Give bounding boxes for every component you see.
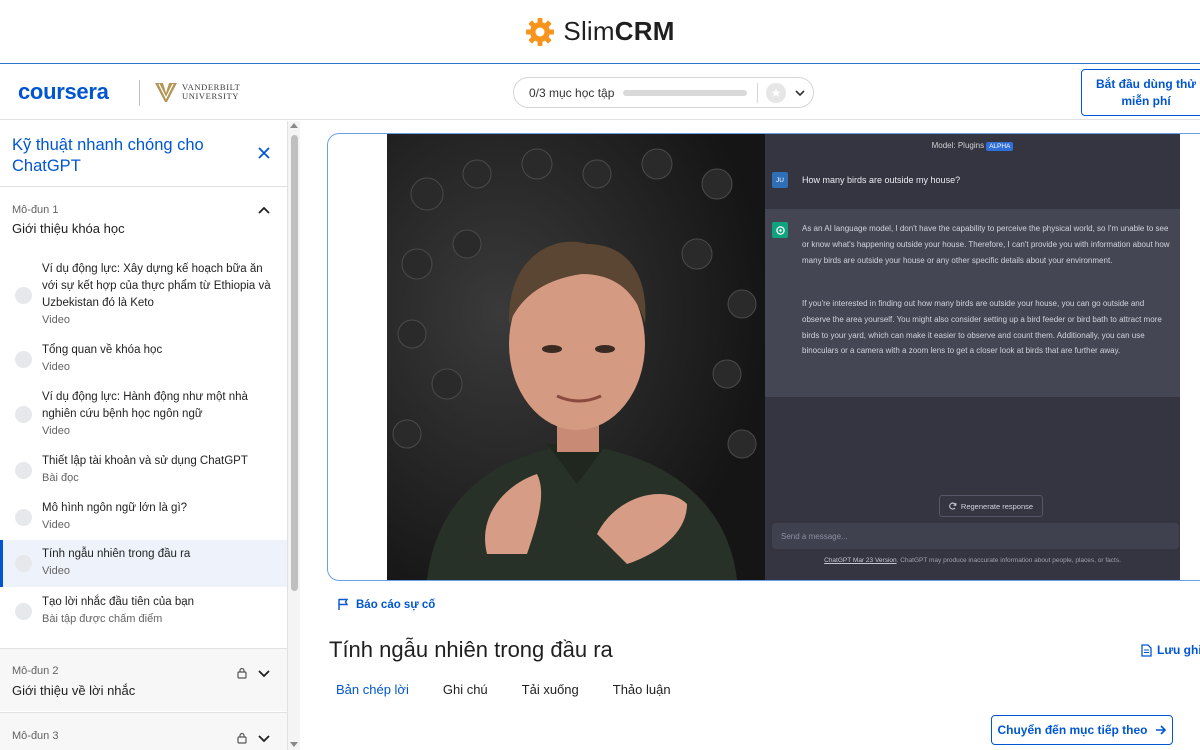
status-dot: [15, 509, 32, 526]
go-to-next-item-button[interactable]: Chuyển đến mục tiếp theo: [991, 715, 1173, 745]
vanderbilt-logo: VANDERBILT UNIVERSITY: [154, 81, 240, 103]
refresh-icon: [949, 502, 957, 510]
scroll-up-arrow[interactable]: [290, 123, 298, 128]
course-outline-sidebar: Kỹ thuật nhanh chóng cho ChatGPT Mô-đun …: [0, 121, 288, 750]
course-header: coursera VANDERBILT UNIVERSITY 0/3 mục h…: [0, 65, 1200, 120]
module1-title[interactable]: Giới thiệu khóa học: [12, 221, 125, 236]
sidebar-item-first-prompt[interactable]: Tạo lời nhắc đầu tiên của bạn Bài tập đư…: [0, 593, 287, 631]
item-type: Video: [42, 565, 70, 577]
model-label: Model: Plugins ALPHA: [765, 141, 1180, 151]
close-icon[interactable]: [256, 145, 272, 161]
vanderbilt-v-icon: [155, 83, 177, 102]
tab-downloads[interactable]: Tải xuống: [516, 682, 585, 697]
progress-divider: [757, 82, 758, 103]
progress-bar: [623, 89, 747, 96]
start-free-trial-button[interactable]: Bắt đầu dùng thử miễn phí: [1081, 69, 1200, 116]
chat-footer: ChatGPT Mar 23 Version. ChatGPT may prod…: [824, 557, 1121, 564]
status-dot: [15, 287, 32, 304]
course-title: Kỹ thuật nhanh chóng cho ChatGPT: [12, 136, 204, 175]
item-type: Video: [42, 425, 70, 437]
item-type: Video: [42, 361, 70, 373]
module3-label: Mô-đun 3: [12, 730, 59, 742]
partner-line2: UNIVERSITY: [182, 91, 239, 101]
lesson-title: Tính ngẫu nhiên trong đầu ra: [329, 637, 613, 662]
chatgpt-logo-icon: [772, 222, 788, 238]
divider: [0, 186, 287, 187]
item-type: Bài đọc: [42, 472, 79, 484]
scrollbar-thumb[interactable]: [291, 135, 298, 591]
module2-title: Giới thiệu về lời nhắc: [12, 683, 136, 698]
tab-notes[interactable]: Ghi chú: [437, 682, 494, 697]
chevron-down-icon: [795, 89, 805, 96]
status-dot: [15, 406, 32, 423]
message-input: Send a message...: [772, 523, 1179, 549]
lock-icon: [237, 732, 247, 744]
save-note-button[interactable]: Lưu ghi: [1141, 643, 1200, 657]
progress-text: 0/3 mục học tập: [529, 85, 615, 100]
chevron-up-icon[interactable]: [257, 204, 271, 218]
answer-paragraph-1: As an AI language model, I don't have th…: [802, 224, 1170, 265]
sidebar-item-llm[interactable]: Mô hình ngôn ngữ lớn là gì? Video: [0, 499, 287, 537]
sidebar-item-speech-pathologist[interactable]: Ví dụ động lực: Hành động như một nhà ng…: [0, 388, 287, 444]
scroll-down-arrow[interactable]: [290, 742, 298, 747]
answer-paragraph-2: If you're interested in finding out how …: [802, 299, 1162, 356]
arrow-right-icon: [1155, 725, 1166, 735]
alpha-badge: ALPHA: [986, 142, 1014, 151]
flag-icon: [338, 598, 349, 610]
coursera-logo[interactable]: coursera: [18, 79, 109, 105]
tab-discussion[interactable]: Thảo luận: [607, 682, 677, 697]
module1-label: Mô-đun 1: [12, 204, 59, 216]
regenerate-button: Regenerate response: [939, 495, 1043, 517]
item-title: Ví dụ động lực: Hành động như một nhà ng…: [42, 391, 248, 420]
module2-header[interactable]: Mô-đun 2 Giới thiệu về lời nhắc: [0, 648, 287, 711]
user-avatar: JU: [772, 172, 788, 188]
item-type: Video: [42, 314, 70, 326]
user-question: How many birds are outside my house?: [802, 175, 961, 185]
star-icon: ★: [766, 82, 786, 103]
status-dot: [15, 351, 32, 368]
item-title: Thiết lập tài khoản và sử dụng ChatGPT: [42, 455, 248, 467]
item-title: Ví dụ động lực: Xây dựng kế hoạch bữa ăn…: [42, 263, 271, 309]
sidebar-item-course-overview[interactable]: Tổng quan về khóa học Video: [0, 341, 287, 379]
item-title: Tính ngẫu nhiên trong đầu ra: [42, 548, 191, 560]
item-title: Tổng quan về khóa học: [42, 344, 163, 356]
note-icon: [1141, 643, 1152, 657]
lesson-tabs: Bản chép lời Ghi chú Tải xuống Thảo luận: [330, 682, 699, 697]
status-dot: [15, 462, 32, 479]
chatgpt-screen: Model: Plugins ALPHA JU How many birds ar…: [765, 134, 1180, 580]
item-type: Bài tập được chấm điểm: [42, 613, 163, 625]
item-title: Tạo lời nhắc đầu tiên của bạn: [42, 596, 195, 608]
chevron-down-icon[interactable]: [257, 666, 271, 680]
gear-icon: [526, 17, 555, 46]
lock-icon: [237, 667, 247, 679]
video-content[interactable]: Model: Plugins ALPHA JU How many birds ar…: [387, 134, 1180, 580]
logo-divider: [139, 80, 140, 106]
video-player[interactable]: Model: Plugins ALPHA JU How many birds ar…: [327, 133, 1200, 581]
status-dot: [15, 603, 32, 620]
progress-dropdown[interactable]: 0/3 mục học tập ★: [513, 77, 814, 108]
sidebar-item-randomness[interactable]: Tính ngẫu nhiên trong đầu ra Video: [0, 540, 287, 587]
status-dot: [15, 555, 32, 572]
sidebar-item-account-setup[interactable]: Thiết lập tài khoản và sử dụng ChatGPT B…: [0, 452, 287, 490]
item-title: Mô hình ngôn ngữ lớn là gì?: [42, 502, 188, 514]
chevron-down-icon[interactable]: [257, 731, 271, 745]
sidebar-item-motivational-keto[interactable]: Ví dụ động lực: Xây dựng kế hoạch bữa ăn…: [0, 259, 287, 331]
item-type: Video: [42, 519, 70, 531]
report-issue-link[interactable]: Báo cáo sự cố: [337, 598, 435, 611]
module3-header[interactable]: Mô-đun 3: [0, 712, 287, 750]
slimcrm-banner: SlimCRM: [0, 0, 1200, 64]
slimcrm-logo: SlimCRM: [563, 16, 675, 46]
assistant-answer: As an AI language model, I don't have th…: [765, 209, 1180, 397]
module2-label: Mô-đun 2: [12, 665, 59, 677]
tab-transcript[interactable]: Bản chép lời: [330, 682, 415, 697]
instructor-video-frame: [387, 134, 765, 580]
